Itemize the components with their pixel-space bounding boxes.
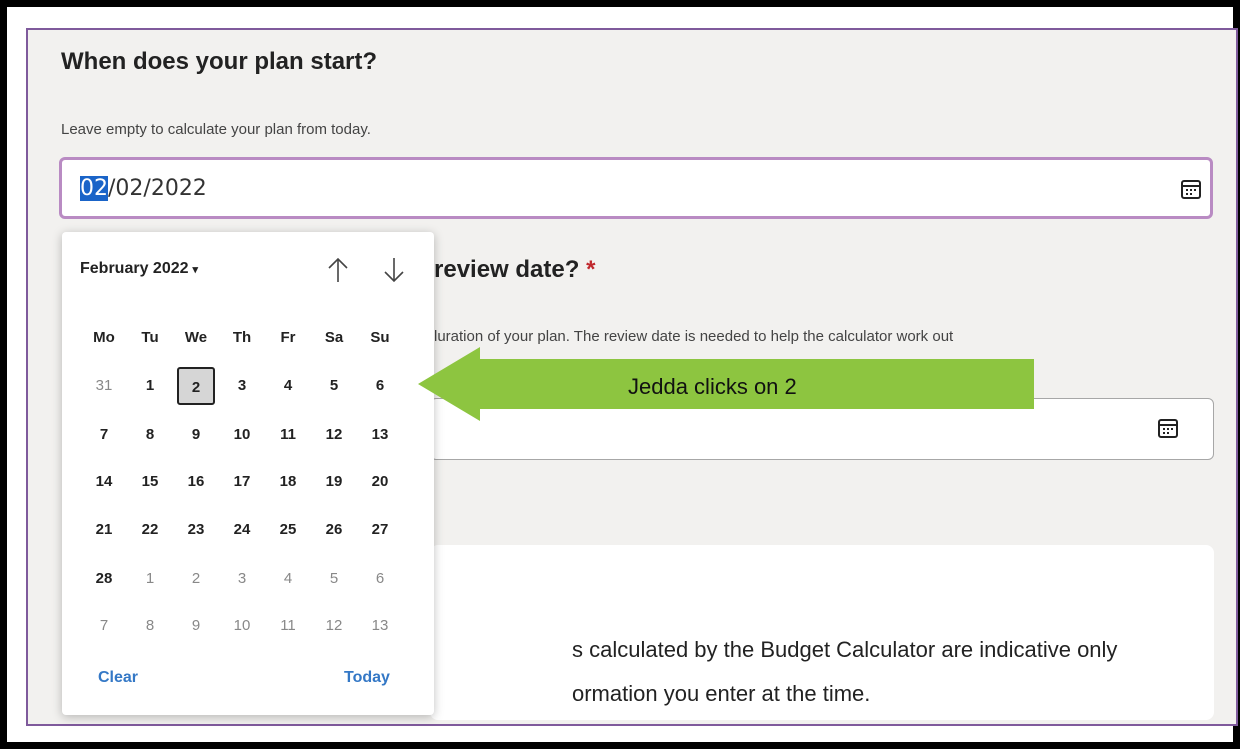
date-rest-segment[interactable]: /02/2022 xyxy=(108,176,207,201)
day-cell[interactable]: 24 xyxy=(220,514,264,546)
day-cell[interactable]: 15 xyxy=(128,466,172,498)
day-cell[interactable]: 8 xyxy=(128,419,172,451)
weekday-label: Th xyxy=(232,329,252,346)
day-cell[interactable]: 13 xyxy=(358,610,402,642)
day-cell[interactable]: 21 xyxy=(82,514,126,546)
date-picker-popup: February 2022 ▾ Mo Tu We Th Fr Sa Su 31 1 2 3 4 5 6 7 8… xyxy=(62,232,434,715)
month-year-dropdown[interactable]: February 2022 ▾ xyxy=(80,260,198,278)
calendar-icon[interactable] xyxy=(1157,417,1179,439)
day-cell[interactable]: 10 xyxy=(220,419,264,451)
day-cell[interactable]: 1 xyxy=(128,370,172,402)
review-date-question: review date? * xyxy=(434,256,595,284)
weekday-label: Mo xyxy=(93,329,115,346)
day-cell[interactable]: 3 xyxy=(220,370,264,402)
plan-start-date-input[interactable]: 02/02/2022 xyxy=(59,157,1213,219)
day-cell[interactable]: 16 xyxy=(174,466,218,498)
required-mark: * xyxy=(586,256,596,283)
day-cell[interactable]: 6 xyxy=(358,563,402,595)
today-button[interactable]: Today xyxy=(344,669,390,687)
day-cell[interactable]: 18 xyxy=(266,466,310,498)
day-cell[interactable]: 26 xyxy=(312,514,356,546)
day-cell[interactable]: 9 xyxy=(174,610,218,642)
info-line-2: ormation you enter at the time. xyxy=(572,681,871,706)
day-cell[interactable]: 10 xyxy=(220,610,264,642)
day-cell[interactable]: 28 xyxy=(82,563,126,595)
weekday-label: Sa xyxy=(324,329,344,346)
calendar-icon[interactable] xyxy=(1180,178,1202,200)
day-cell-selected[interactable]: 2 xyxy=(177,367,215,405)
annotation-text: Jedda clicks on 2 xyxy=(628,374,797,399)
arrow-up-icon[interactable] xyxy=(324,254,352,286)
day-cell[interactable]: 14 xyxy=(82,466,126,498)
day-cell[interactable]: 19 xyxy=(312,466,356,498)
day-cell[interactable]: 25 xyxy=(266,514,310,546)
day-cell[interactable]: 22 xyxy=(128,514,172,546)
clear-button[interactable]: Clear xyxy=(98,669,138,687)
weekday-label: Tu xyxy=(141,329,159,346)
day-cell[interactable]: 17 xyxy=(220,466,264,498)
plan-start-question: When does your plan start? xyxy=(61,48,378,75)
day-cell[interactable]: 13 xyxy=(358,419,402,451)
chevron-down-icon: ▾ xyxy=(192,264,199,276)
day-cell[interactable]: 3 xyxy=(220,563,264,595)
info-line-1: s calculated by the Budget Calculator ar… xyxy=(572,637,1118,662)
day-cell[interactable]: 7 xyxy=(82,610,126,642)
day-cell[interactable]: 8 xyxy=(128,610,172,642)
day-cell[interactable]: 4 xyxy=(266,563,310,595)
day-cell[interactable]: 4 xyxy=(266,370,310,402)
weekday-label: Su xyxy=(370,329,390,346)
day-cell[interactable]: 11 xyxy=(266,610,310,642)
info-card: s calculated by the Budget Calculator ar… xyxy=(430,545,1214,720)
day-cell[interactable]: 12 xyxy=(312,419,356,451)
day-cell[interactable]: 9 xyxy=(174,419,218,451)
day-cell[interactable]: 12 xyxy=(312,610,356,642)
day-cell[interactable]: 2 xyxy=(174,563,218,595)
day-cell[interactable]: 27 xyxy=(358,514,402,546)
day-cell[interactable]: 31 xyxy=(82,370,126,402)
plan-start-hint: Leave empty to calculate your plan from … xyxy=(61,121,371,138)
day-cell[interactable]: 20 xyxy=(358,466,402,498)
review-date-hint: luration of your plan. The review date i… xyxy=(434,328,954,345)
weekday-label: We xyxy=(184,329,208,346)
day-cell[interactable]: 5 xyxy=(312,370,356,402)
review-question-text: review date? xyxy=(434,256,580,283)
day-cell[interactable]: 23 xyxy=(174,514,218,546)
day-cell[interactable]: 11 xyxy=(266,419,310,451)
arrow-down-icon[interactable] xyxy=(380,254,408,286)
plan-start-date-value: 02/02/2022 xyxy=(80,176,207,201)
day-cell[interactable]: 6 xyxy=(358,370,402,402)
day-cell[interactable]: 5 xyxy=(312,563,356,595)
date-day-segment[interactable]: 02 xyxy=(80,176,108,201)
day-cell[interactable]: 1 xyxy=(128,563,172,595)
day-cell[interactable]: 7 xyxy=(82,419,126,451)
weekday-label: Fr xyxy=(280,329,296,346)
month-year-label: February 2022 xyxy=(80,260,189,277)
